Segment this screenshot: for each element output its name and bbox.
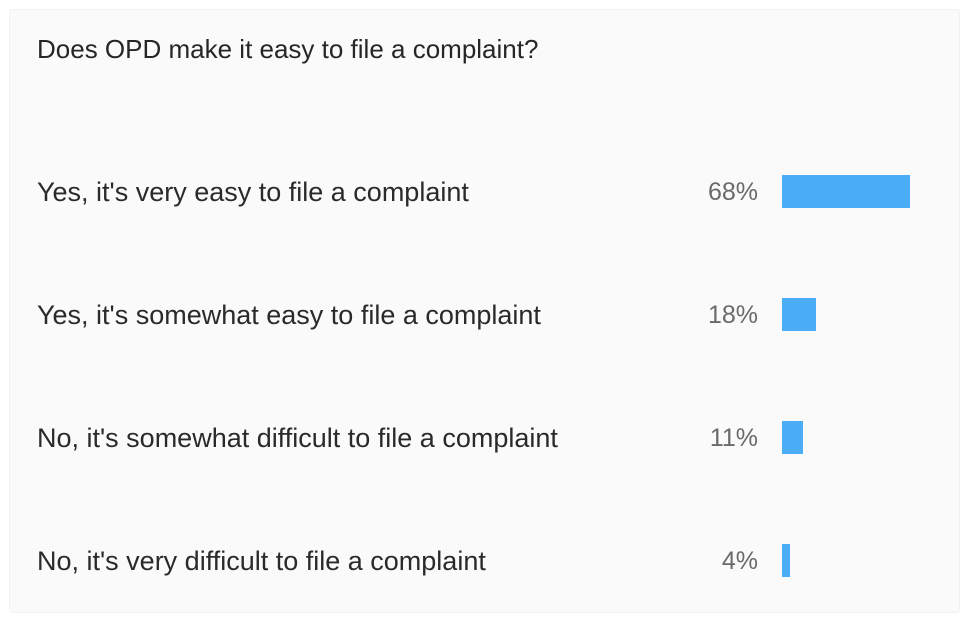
poll-option-row: No, it's very difficult to file a compla… (10, 541, 959, 581)
poll-option-percent: 68% (707, 178, 758, 206)
poll-option-bar (782, 175, 910, 208)
poll-option-label: No, it's very difficult to file a compla… (37, 546, 486, 576)
poll-option-bar (782, 298, 816, 331)
poll-option-label: Yes, it's somewhat easy to file a compla… (37, 300, 541, 330)
poll-option-row: Yes, it's very easy to file a complaint 6… (10, 172, 959, 212)
poll-option-row: No, it's somewhat difficult to file a co… (10, 418, 959, 458)
poll-option-bar (782, 544, 790, 577)
poll-option-label: No, it's somewhat difficult to file a co… (37, 423, 558, 453)
poll-results: Yes, it's very easy to file a complaint 6… (10, 10, 959, 612)
poll-card: Does OPD make it easy to file a complain… (10, 10, 959, 612)
poll-option-label: Yes, it's very easy to file a complaint (37, 177, 469, 207)
poll-option-row: Yes, it's somewhat easy to file a compla… (10, 295, 959, 335)
poll-option-percent: 11% (709, 424, 758, 452)
poll-option-bar (782, 421, 803, 454)
poll-option-percent: 4% (721, 547, 758, 575)
poll-option-percent: 18% (707, 301, 758, 329)
